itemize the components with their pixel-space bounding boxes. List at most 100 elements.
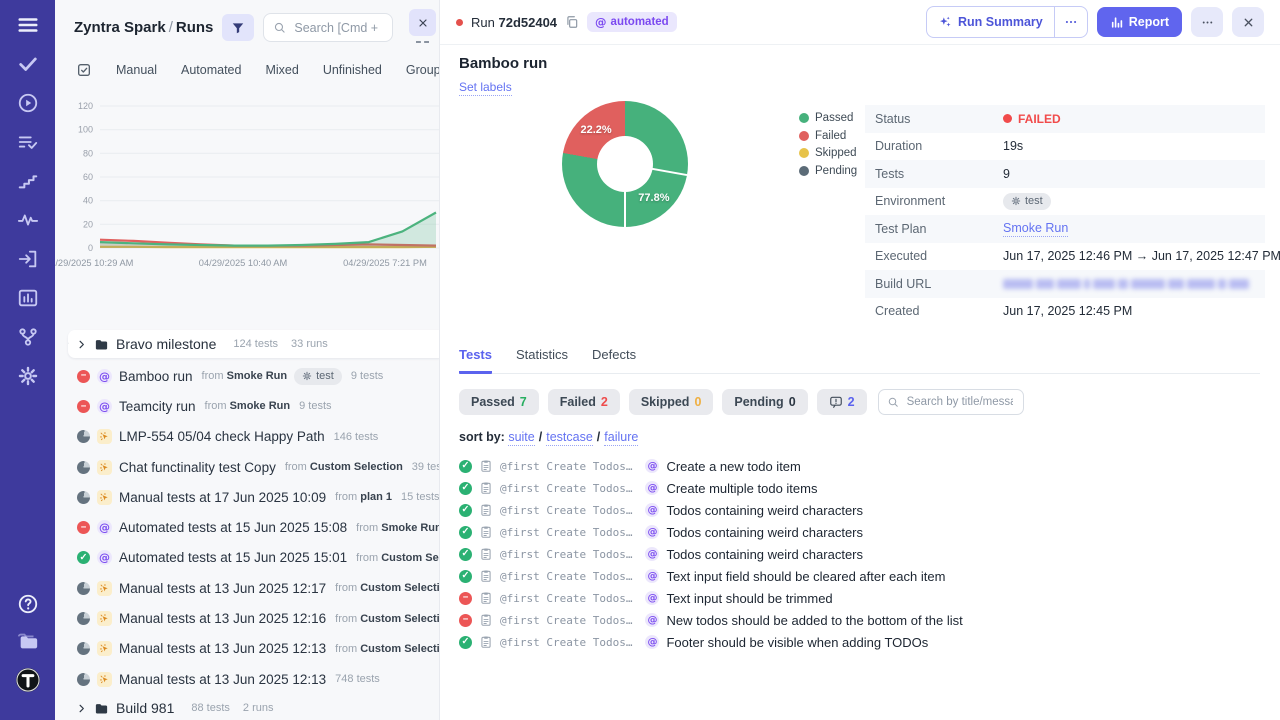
legend-item-pending[interactable]: Pending — [799, 165, 857, 177]
steps-icon[interactable] — [17, 170, 39, 192]
run-list-item[interactable]: ✓@Automated tests at 15 Jun 2025 15:01fr… — [55, 543, 440, 573]
check-icon[interactable] — [17, 53, 39, 75]
run-list-item[interactable]: Manual tests at 13 Jun 2025 12:13from Cu… — [55, 634, 440, 664]
runs-search[interactable] — [263, 13, 393, 42]
run-list-item[interactable]: Manual tests at 13 Jun 2025 12:17from Cu… — [55, 573, 440, 603]
run-test-count: 146 tests — [334, 431, 379, 443]
run-summary-button[interactable]: Run Summary — [926, 6, 1088, 38]
runs-tab-mixed[interactable]: Mixed — [265, 63, 298, 77]
test-row[interactable]: −@first Create Todos…@New todos should b… — [459, 609, 1260, 631]
folder-row[interactable]: Build 98188 tests2 runs — [68, 694, 440, 720]
filter-failed[interactable]: Failed2 — [548, 389, 620, 415]
run-source: from Custom Selection — [335, 582, 440, 594]
git-branch-icon[interactable] — [17, 326, 39, 348]
select-all-icon[interactable] — [76, 62, 92, 78]
test-row[interactable]: ✓@first Create Todos…@Text input field s… — [459, 565, 1260, 587]
folder-row[interactable]: Bravo milestone124 tests33 runs — [68, 330, 440, 358]
run-source: from Smoke Run — [202, 370, 288, 382]
test-row[interactable]: ✓@first Create Todos…@Todos containing w… — [459, 521, 1260, 543]
run-list-item[interactable]: −@Automated tests at 15 Jun 2025 15:08fr… — [55, 512, 440, 542]
play-circle-icon[interactable] — [17, 92, 39, 114]
copy-icon[interactable] — [565, 15, 579, 29]
test-row[interactable]: −@first Create Todos…@Text input should … — [459, 587, 1260, 609]
filter-pending[interactable]: Pending0 — [722, 389, 807, 415]
runs-tab-groups[interactable]: Groups — [406, 63, 440, 77]
runs-search-input[interactable] — [292, 20, 383, 36]
runs-tab-manual[interactable]: Manual — [116, 63, 157, 77]
detail-label: Environment — [875, 194, 1003, 208]
legend-item-failed[interactable]: Failed — [799, 130, 857, 142]
manual-icon — [97, 581, 112, 596]
search-icon — [887, 396, 899, 408]
activity-icon[interactable] — [17, 209, 39, 231]
panel-resize-icon[interactable] — [416, 39, 429, 46]
run-name: Automated tests at 15 Jun 2025 15:01 — [119, 550, 347, 565]
tab-tests[interactable]: Tests — [459, 347, 492, 374]
run-summary-more-button[interactable] — [1055, 7, 1087, 37]
run-list-item[interactable]: LMP-554 05/04 check Happy Path146 tests — [55, 422, 440, 452]
test-row[interactable]: ✓@first Create Todos…@Footer should be v… — [459, 631, 1260, 653]
runs-tab-unfinished[interactable]: Unfinished — [323, 63, 382, 77]
test-row[interactable]: ✓@first Create Todos…@Todos containing w… — [459, 499, 1260, 521]
run-test-count: 9 tests — [299, 400, 331, 412]
run-title: Bamboo run — [459, 55, 547, 72]
test-plan-link[interactable]: Smoke Run — [1003, 221, 1068, 237]
sort-testcase[interactable]: testcase — [546, 430, 593, 446]
pin-icon — [68, 336, 71, 352]
test-row[interactable]: ✓@first Create Todos…@Todos containing w… — [459, 543, 1260, 565]
run-list-item[interactable]: −@Teamcity runfrom Smoke Run9 tests — [55, 391, 440, 421]
test-title: Todos containing weird characters — [666, 547, 863, 562]
menu-icon[interactable] — [17, 14, 39, 36]
legend-swatch — [799, 131, 809, 141]
test-suite: @first Create Todos… — [500, 614, 632, 627]
gear-icon[interactable] — [17, 365, 39, 387]
sort-failure[interactable]: failure — [604, 430, 638, 446]
run-list-item[interactable]: Manual tests at 17 Jun 2025 10:09from pl… — [55, 482, 440, 512]
bar-chart-icon[interactable] — [17, 287, 39, 309]
cursor-icon — [99, 643, 110, 654]
legend-label: Failed — [815, 130, 846, 142]
help-circle-icon[interactable] — [17, 593, 39, 615]
list-check-icon[interactable] — [17, 131, 39, 153]
sort-suite[interactable]: suite — [508, 430, 534, 446]
tab-statistics[interactable]: Statistics — [516, 347, 568, 374]
filter-comments[interactable]: 2 — [817, 389, 867, 415]
filter-passed[interactable]: Passed7 — [459, 389, 539, 415]
run-list-item[interactable]: Manual tests at 13 Jun 2025 12:13748 tes… — [55, 664, 440, 694]
legend-item-passed[interactable]: Passed — [799, 112, 857, 124]
environment-badge: test — [1003, 193, 1051, 210]
more-actions-button[interactable] — [1191, 7, 1223, 37]
run-list-item[interactable]: −@Bamboo runfrom Smoke Runtest9 tests — [55, 361, 440, 391]
close-run-button[interactable] — [1232, 7, 1264, 37]
test-search-input[interactable] — [905, 395, 1015, 409]
run-list-item[interactable]: Chat functinality test Copyfrom Custom S… — [55, 452, 440, 482]
automated-icon: @ — [645, 635, 659, 649]
report-button[interactable]: Report — [1097, 7, 1182, 37]
sign-in-icon[interactable] — [17, 248, 39, 270]
runs-tab-automated[interactable]: Automated — [181, 63, 241, 77]
legend-item-skipped[interactable]: Skipped — [799, 147, 857, 159]
folder-icon[interactable] — [17, 630, 39, 652]
runs-panel: Zyntra Spark/Runs ManualAutomatedMixedUn… — [55, 0, 440, 720]
panel-close-button[interactable] — [409, 9, 436, 36]
filter-skipped[interactable]: Skipped0 — [629, 389, 714, 415]
test-row[interactable]: ✓@first Create Todos…@Create multiple to… — [459, 477, 1260, 499]
search-icon — [273, 21, 286, 34]
manual-icon — [97, 611, 112, 626]
run-detail-header: Run 72d52404 @automated Run Summary Repo… — [440, 0, 1280, 45]
tab-defects[interactable]: Defects — [592, 347, 636, 374]
manual-icon — [97, 490, 112, 505]
set-labels-link[interactable]: Set labels — [459, 80, 512, 96]
test-row[interactable]: ✓@first Create Todos…@Create a new todo … — [459, 455, 1260, 477]
test-suite: @first Create Todos… — [500, 482, 632, 495]
logo-icon[interactable] — [15, 667, 41, 693]
test-status-passed-icon: ✓ — [459, 570, 472, 583]
cursor-icon — [99, 583, 110, 594]
detail-value: Jun 17, 2025 12:45 PM — [1003, 304, 1132, 318]
detail-value: FAILED — [1003, 112, 1061, 126]
filter-button[interactable] — [222, 14, 254, 41]
project-name[interactable]: Zyntra Spark — [74, 19, 166, 36]
test-search[interactable] — [878, 389, 1024, 415]
run-list-item[interactable]: Manual tests at 13 Jun 2025 12:16from Cu… — [55, 603, 440, 633]
runs-filter-tabs: Manual Automated Mixed Unfinished Groups — [55, 42, 439, 78]
